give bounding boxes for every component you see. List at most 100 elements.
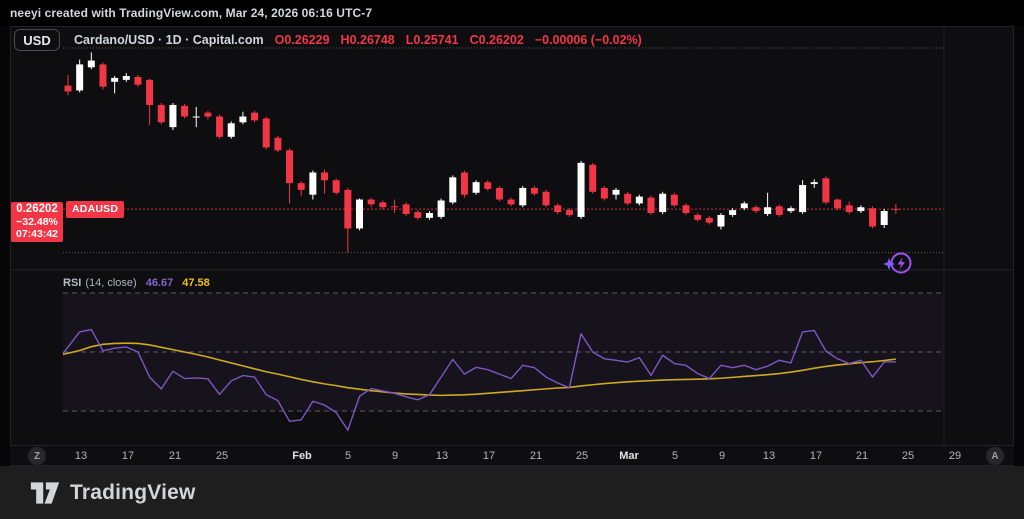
rsi-value: 46.67 [146,277,174,289]
candle-body [461,173,468,195]
candle-body [134,77,141,85]
candle-body [449,177,456,202]
candle-body [76,64,83,90]
time-axis-label: 25 [576,450,588,462]
candle-body [123,76,130,80]
time-axis-month-label: Feb [292,450,312,462]
time-axis-label: 29 [949,450,961,462]
candle-body [181,106,188,117]
candle-body [834,200,841,209]
candle-body [169,105,176,127]
attribution-text: neeyi created with TradingView.com, Mar … [10,6,372,20]
candle-body [519,188,526,205]
legend-open-value: O0.26229 [275,33,330,47]
candle-body [403,204,410,214]
currency-button[interactable]: USD [14,29,60,51]
time-axis-label: 17 [122,450,134,462]
candle-body [589,165,596,192]
candle-body [846,205,853,212]
candle-body [239,117,246,123]
candle-body [216,117,223,137]
price-label-box: 0.26202 −32.48% 07:43:42 [11,202,63,242]
time-axis-label: 21 [169,450,181,462]
attribution-bar: neeyi created with TradingView.com, Mar … [0,0,1024,26]
legend-change-value: −0.00006 (−0.02%) [535,33,642,47]
candle-body [356,200,363,229]
symbol-legend: Cardano/USD · 1D · Capital.com O0.26229 … [74,33,642,47]
candle-body [869,208,876,226]
candle-body [204,113,211,117]
candle-body [344,190,351,229]
candle-body [368,200,375,205]
candle-body [263,118,270,147]
time-axis-label: 13 [75,450,87,462]
candle-body [333,180,340,193]
tradingview-chart-screenshot: neeyi created with TradingView.com, Mar … [0,0,1024,519]
candle-body [671,195,678,206]
rsi-title: RSI [63,277,81,289]
candle-body [811,182,818,184]
candle-body [99,64,106,86]
candle-body [484,182,491,189]
scroll-right-button[interactable]: A [986,447,1004,465]
candle-body [298,183,305,190]
price-label-change: −32.48% [11,216,63,228]
candle-body [741,203,748,208]
time-axis-label: 17 [483,450,495,462]
candle-body [892,209,899,210]
candle-body [321,173,328,181]
candle-body [694,215,701,220]
candle-body [857,207,864,211]
candle-body [752,207,759,211]
legend-high-value: H0.26748 [341,33,395,47]
tradingview-logo-text: TradingView [70,481,196,505]
tradingview-logo[interactable]: TradingView [30,480,196,506]
candle-body [414,212,421,218]
candle-body [531,188,538,194]
candle-body [764,207,771,214]
legend-low-value: L0.25741 [406,33,459,47]
candle-body [636,197,643,204]
candle-body [717,215,724,227]
time-axis-label: 9 [719,450,725,462]
candle-body [659,194,666,212]
price-label-value: 0.26202 [11,203,63,216]
footer-bar: TradingView [0,466,1024,519]
candle-body [88,61,95,68]
scroll-left-button[interactable]: Z [28,447,46,465]
candle-body [111,78,118,82]
candle-body [566,210,573,215]
time-axis-label: 25 [902,450,914,462]
candle-body [613,190,620,195]
legend-row: USD Cardano/USD · 1D · Capital.com O0.26… [10,28,642,52]
candle-body [799,185,806,212]
time-axis-label: 21 [856,450,868,462]
time-axis-month-label: Mar [619,450,639,462]
price-label-countdown: 07:43:42 [11,228,63,240]
chart-plot-area[interactable] [0,0,1024,519]
rsi-ma-value: 47.58 [182,277,210,289]
candle-body [309,173,316,195]
time-axis-label: 21 [530,450,542,462]
candle-body [146,80,153,105]
time-axis-label: 13 [763,450,775,462]
time-axis-label: 17 [810,450,822,462]
candle-body [624,194,631,204]
candle-body [426,213,433,218]
candle-body [193,117,200,118]
candle-body [729,210,736,215]
candle-body [496,188,503,200]
candle-body [648,198,655,213]
candle-body [379,202,386,207]
boost-icon[interactable] [882,250,912,278]
candle-body [391,206,398,207]
legend-close-value: C0.26202 [470,33,524,47]
candle-body [706,218,713,223]
candle-body [251,113,258,121]
time-axis[interactable]: Z A 13172125Feb5913172125Mar591317212529 [10,445,1014,465]
time-axis-label: 25 [216,450,228,462]
symbol-title[interactable]: Cardano/USD · 1D · Capital.com [74,33,264,47]
candle-body [822,178,829,202]
rsi-indicator-legend[interactable]: RSI (14, close) 46.67 47.58 [63,277,210,289]
candle-body [601,188,608,199]
